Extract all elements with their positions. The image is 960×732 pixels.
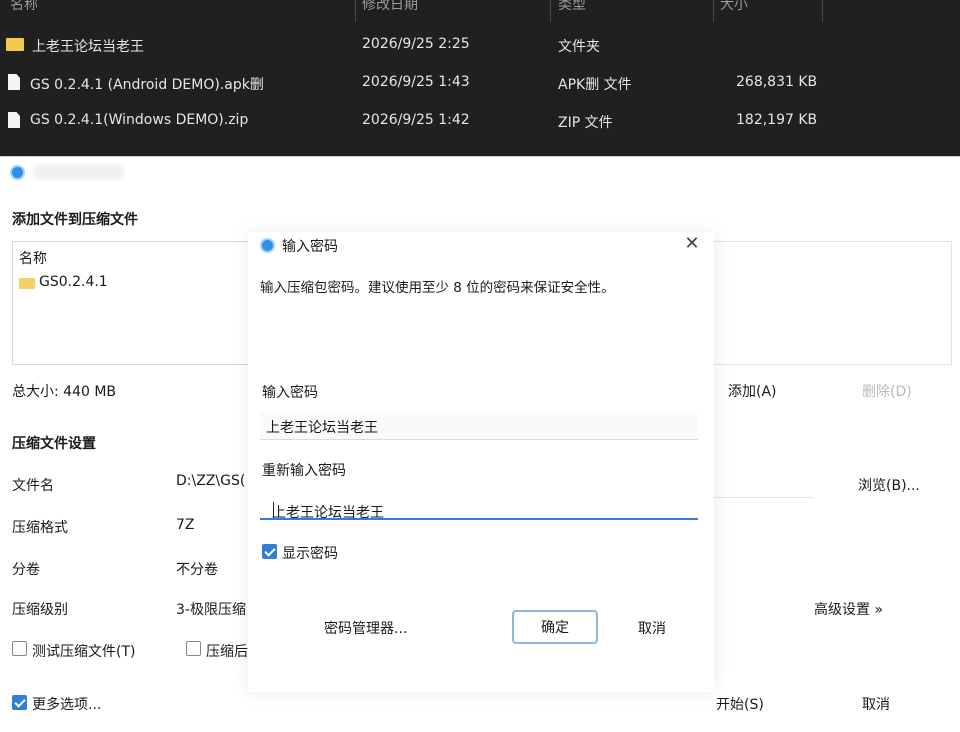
file-icon — [8, 112, 20, 128]
add-button[interactable]: 添加(A) — [728, 381, 777, 401]
password-manager-button[interactable]: 密码管理器... — [324, 618, 407, 638]
show-password-checkbox[interactable] — [262, 544, 277, 559]
list-column-name: 名称 — [19, 251, 47, 267]
after-compress-label[interactable]: 压缩后 — [206, 641, 248, 661]
ok-button[interactable]: 确定 — [512, 610, 598, 644]
column-header-row: 名称 修改日期 类型 大小 — [0, 0, 960, 22]
file-date: 2026/9/25 1:43 — [362, 74, 470, 90]
password-input[interactable]: 上老王论坛当老王 — [260, 412, 698, 440]
file-row[interactable]: GS 0.2.4.1 (Android DEMO).apk删 2026/9/25… — [0, 66, 960, 100]
file-date: 2026/9/25 1:42 — [362, 112, 470, 128]
file-listbox[interactable]: 名称 GS0.2.4.1 — [12, 241, 252, 365]
password-cancel-button[interactable]: 取消 — [638, 618, 666, 638]
column-header-type[interactable]: 类型 — [558, 0, 586, 14]
password-description: 输入压缩包密码。建议使用至少 8 位的密码来保证安全性。 — [260, 280, 615, 296]
app-logo-icon — [260, 238, 275, 253]
password-dialog: 输入密码 ✕ 输入压缩包密码。建议使用至少 8 位的密码来保证安全性。 输入密码… — [248, 232, 714, 692]
more-options-label[interactable]: 更多选项... — [32, 694, 101, 714]
column-header-name[interactable]: 名称 — [10, 0, 38, 14]
level-label: 压缩级别 — [12, 602, 68, 618]
file-size: 268,831 KB — [736, 74, 818, 90]
remove-button[interactable]: 删除(D) — [862, 381, 912, 401]
browse-button[interactable]: 浏览(B)... — [858, 475, 920, 495]
file-row[interactable]: GS 0.2.4.1(Windows DEMO).zip 2026/9/25 1… — [0, 104, 960, 138]
file-date: 2026/9/25 2:25 — [362, 36, 470, 52]
advanced-settings-link[interactable]: 高级设置 » — [814, 599, 883, 619]
filename-input-underline — [714, 497, 814, 498]
file-row[interactable]: 上老王论坛当老王 2026/9/25 2:25 文件夹 — [0, 28, 960, 62]
password-dialog-title: 输入密码 — [282, 239, 338, 255]
file-listbox-right — [714, 241, 952, 365]
start-button[interactable]: 开始(S) — [716, 694, 764, 714]
cancel-button[interactable]: 取消 — [862, 694, 890, 714]
after-compress-checkbox[interactable] — [186, 641, 201, 656]
add-files-heading: 添加文件到压缩文件 — [12, 212, 138, 228]
show-password-label[interactable]: 显示密码 — [282, 543, 338, 563]
settings-heading: 压缩文件设置 — [12, 436, 96, 452]
file-icon — [8, 74, 20, 90]
file-type: ZIP 文件 — [558, 115, 613, 131]
dialog-title-blurred — [34, 165, 124, 179]
column-divider[interactable] — [822, 0, 823, 22]
format-label: 压缩格式 — [12, 520, 68, 536]
file-explorer-list: 名称 修改日期 类型 大小 上老王论坛当老王 2026/9/25 2:25 文件… — [0, 0, 960, 156]
format-select[interactable]: 7Z — [176, 517, 195, 533]
column-header-date[interactable]: 修改日期 — [362, 0, 418, 14]
column-divider[interactable] — [550, 0, 551, 22]
column-header-size[interactable]: 大小 — [720, 0, 748, 14]
confirm-password-label: 重新输入密码 — [262, 463, 346, 479]
password-label: 输入密码 — [262, 385, 318, 401]
split-select[interactable]: 不分卷 — [176, 559, 218, 579]
filename-input[interactable]: D:\ZZ\GS( — [176, 473, 245, 489]
filename-label: 文件名 — [12, 478, 54, 494]
total-size: 总大小: 440 MB — [12, 384, 117, 400]
app-logo-icon — [10, 165, 25, 180]
file-name: 上老王论坛当老王 — [32, 39, 144, 55]
split-label: 分卷 — [12, 562, 40, 578]
column-divider[interactable] — [355, 0, 356, 22]
folder-icon — [19, 278, 35, 289]
close-icon[interactable]: ✕ — [684, 235, 700, 253]
more-options-checkbox[interactable] — [12, 695, 27, 710]
test-archive-checkbox[interactable] — [12, 641, 27, 656]
file-size: 182,197 KB — [736, 112, 818, 128]
file-type: 文件夹 — [558, 39, 600, 55]
password-input-value: 上老王论坛当老王 — [266, 420, 378, 436]
text-caret — [273, 502, 274, 518]
file-type: APK删 文件 — [558, 77, 632, 93]
level-select[interactable]: 3-极限压缩 — [176, 599, 246, 619]
list-item[interactable]: GS0.2.4.1 — [39, 274, 108, 290]
test-archive-label[interactable]: 测试压缩文件(T) — [32, 641, 135, 661]
column-divider[interactable] — [713, 0, 714, 22]
file-name: GS 0.2.4.1 (Android DEMO).apk删 — [30, 77, 264, 93]
folder-icon — [6, 38, 24, 51]
file-name: GS 0.2.4.1(Windows DEMO).zip — [30, 112, 249, 128]
confirm-password-input[interactable]: 上老王论坛当老王 — [260, 492, 698, 521]
